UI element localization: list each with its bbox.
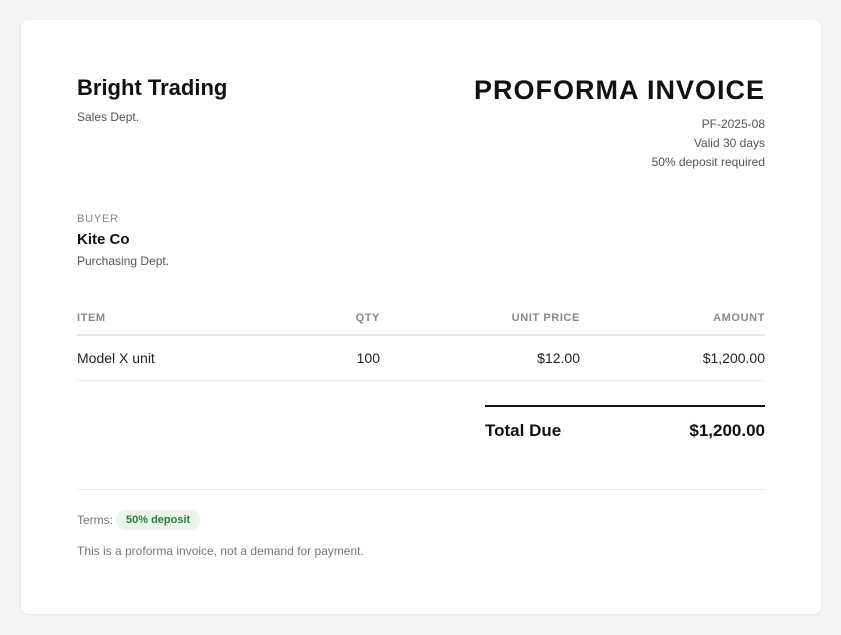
row-unit-price: $12.00 — [537, 350, 580, 366]
footer-divider — [77, 489, 765, 490]
column-header-unit-price: UNIT PRICE — [511, 312, 580, 324]
buyer-department: Purchasing Dept. — [77, 254, 170, 268]
buyer-label: BUYER — [77, 213, 119, 225]
invoice-content: Bright Trading Sales Dept. PROFORMA INVO… — [77, 20, 765, 614]
total-due-label: Total Due — [485, 421, 562, 440]
column-header-amount: AMOUNT — [713, 312, 765, 324]
invoice-card: Bright Trading Sales Dept. PROFORMA INVO… — [21, 20, 821, 614]
total-divider — [485, 405, 765, 407]
row-amount: $1,200.00 — [702, 350, 765, 366]
row-qty: 100 — [356, 350, 380, 366]
seller-department: Sales Dept. — [77, 110, 140, 124]
document-validity: Valid 30 days — [693, 136, 765, 150]
terms-badge: 50% deposit — [116, 510, 201, 530]
total-due-value: $1,200.00 — [689, 421, 765, 440]
document-title: PROFORMA INVOICE — [473, 75, 765, 105]
seller-name: Bright Trading — [77, 75, 228, 100]
terms-label: Terms: — [77, 513, 113, 527]
column-header-qty: QTY — [355, 312, 380, 324]
column-header-item: ITEM — [77, 312, 106, 324]
document-deposit-note: 50% deposit required — [651, 155, 765, 169]
footer-note: This is a proforma invoice, not a demand… — [77, 544, 364, 558]
row-item: Model X unit — [77, 350, 155, 366]
table-header-divider — [77, 334, 765, 336]
document-number: PF-2025-08 — [701, 117, 765, 131]
table-row-divider — [77, 380, 765, 381]
buyer-name: Kite Co — [77, 231, 130, 248]
